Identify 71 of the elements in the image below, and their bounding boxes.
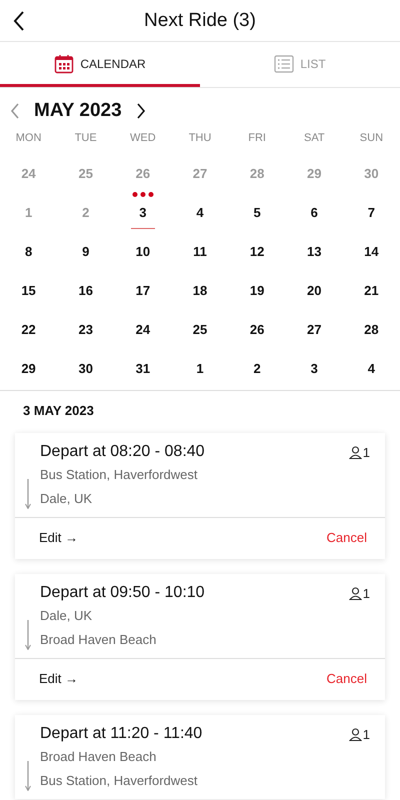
weekday-label: THU	[188, 131, 212, 146]
passenger-count: 1	[362, 726, 370, 742]
person-icon	[348, 446, 362, 458]
departure-place: Dale, UK	[40, 607, 94, 625]
calendar-day[interactable]: 27	[286, 310, 343, 349]
calendar-day[interactable]: 25	[171, 310, 229, 349]
arrival-place: Broad Haven Beach	[40, 631, 158, 649]
down-arrow-icon	[24, 620, 30, 650]
calendar-day[interactable]: 12	[228, 232, 286, 271]
calendar-day[interactable]: 29	[0, 349, 58, 388]
edit-link[interactable]: Edit →	[39, 530, 78, 545]
calendar-day[interactable]: 16	[57, 271, 114, 310]
list-icon	[274, 55, 294, 73]
next-month-button[interactable]	[136, 102, 146, 120]
weekday-label: FRI	[247, 131, 267, 146]
calendar-icon	[54, 54, 74, 74]
calendar-day[interactable]: 3	[114, 193, 172, 232]
calendar-day[interactable]: 22	[0, 310, 58, 349]
person-icon	[348, 586, 362, 600]
calendar-day[interactable]: 4	[171, 193, 229, 232]
passenger-count: 1	[362, 444, 370, 460]
calendar-day[interactable]: 31	[114, 349, 172, 388]
departure-place: Bus Station, Haverfordwest	[40, 466, 199, 484]
calendar-day[interactable]: 14	[342, 232, 400, 271]
calendar-day[interactable]: 1	[171, 349, 229, 388]
calendar-day[interactable]: 28	[342, 310, 400, 349]
calendar-day[interactable]: 5	[228, 193, 286, 232]
calendar-day[interactable]: 8	[0, 232, 58, 271]
calendar-day[interactable]: 13	[286, 232, 343, 271]
calendar-day[interactable]: 9	[57, 232, 114, 271]
weekday-label: SAT	[302, 131, 326, 146]
calendar-day[interactable]: 3	[286, 349, 343, 388]
previous-month-button[interactable]	[10, 102, 20, 120]
calendar-day[interactable]: 30	[57, 349, 114, 388]
cancel-button[interactable]: Cancel	[326, 671, 367, 686]
date-heading: 3 MAY 2023	[23, 403, 95, 418]
calendar-day[interactable]: 2	[228, 349, 286, 388]
weekday-label: WED	[129, 131, 157, 146]
view-tab[interactable]: CALENDAR	[0, 42, 200, 87]
rides-indicator-icon	[132, 192, 154, 197]
calendar-day[interactable]: 6	[286, 193, 343, 232]
arrival-place: Dale, UK	[40, 490, 94, 508]
month-title: MAY 2023	[34, 100, 122, 122]
down-arrow-icon	[24, 479, 30, 509]
ride-time: Depart at 11:20 - 11:40	[40, 725, 204, 743]
calendar-day[interactable]: 24	[114, 310, 172, 349]
edit-link[interactable]: Edit →	[39, 671, 78, 686]
calendar-day[interactable]: 26	[228, 310, 286, 349]
ride-time: Depart at 09:50 - 10:10	[40, 584, 206, 602]
weekday-label: TUE	[74, 131, 98, 146]
calendar-day[interactable]: 15	[0, 271, 58, 310]
weekday-label: SUN	[358, 131, 384, 146]
person-icon	[348, 728, 362, 740]
ride-time: Depart at 08:20 - 08:40	[40, 443, 206, 461]
weekday-label: MON	[14, 131, 42, 146]
calendar-day[interactable]: 23	[57, 310, 114, 349]
down-arrow-icon	[24, 761, 30, 791]
calendar-day[interactable]: 20	[286, 271, 343, 310]
calendar-day[interactable]: 19	[228, 271, 286, 310]
arrival-place: Bus Station, Haverfordwest	[40, 772, 199, 790]
calendar-day[interactable]: 18	[171, 271, 229, 310]
calendar-day[interactable]: 21	[342, 271, 400, 310]
screen-title: Next Ride (3)	[144, 10, 256, 32]
calendar-day[interactable]: 10	[114, 232, 172, 271]
passenger-count: 1	[362, 586, 370, 600]
departure-place: Broad Haven Beach	[40, 748, 158, 766]
calendar-day[interactable]: 11	[171, 232, 229, 271]
cancel-button[interactable]: Cancel	[326, 530, 367, 545]
calendar-day[interactable]: 7	[342, 193, 400, 232]
calendar-day[interactable]: 4	[342, 349, 400, 388]
calendar-day[interactable]: 17	[114, 271, 172, 310]
